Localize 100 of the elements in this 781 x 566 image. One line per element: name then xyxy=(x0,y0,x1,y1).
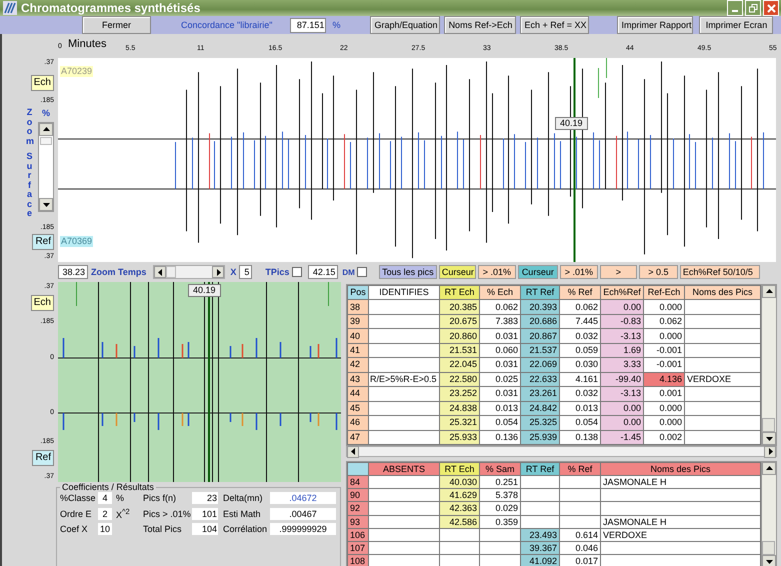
tpics-checkbox[interactable] xyxy=(292,267,302,277)
table-cell: 92 xyxy=(348,502,368,515)
table-cell: 47 xyxy=(348,430,368,444)
vertical-label: Zoom xyxy=(26,108,35,146)
filter-toggle[interactable]: > xyxy=(600,265,637,279)
scrollbar-thumb[interactable] xyxy=(762,418,775,432)
table-cell: 42.586 xyxy=(440,515,480,528)
filter-toggle[interactable]: > .01% xyxy=(560,265,598,279)
table-cell: 7.383 xyxy=(480,314,520,329)
table-cell: 0.614 xyxy=(560,528,600,542)
table-cell: 93 xyxy=(348,515,368,528)
column-header[interactable]: Noms des Pics xyxy=(600,462,760,476)
down-arrow-icon xyxy=(42,201,50,208)
scroll-down-button[interactable] xyxy=(39,198,53,211)
scroll-down-button[interactable] xyxy=(762,555,776,566)
value-field: 101 xyxy=(192,508,218,520)
filter-toggle[interactable]: Ech%Ref 50/10/5 xyxy=(680,265,760,279)
table-cell: 21.531 xyxy=(440,343,480,358)
value-field: 2 xyxy=(98,508,112,520)
table-cell: 7.445 xyxy=(560,314,600,329)
table-cell: 0.00 xyxy=(600,416,644,430)
end-time-field[interactable]: 42.15 xyxy=(308,265,338,279)
minimize-icon xyxy=(732,10,738,12)
scrollbar-thumb[interactable] xyxy=(762,541,775,555)
value-field: 23 xyxy=(192,492,218,504)
horizontal-scrollbar[interactable] xyxy=(346,446,777,457)
right-arrow-icon xyxy=(766,448,774,455)
sample-tag: Ech xyxy=(30,75,54,91)
column-header[interactable]: % Ref xyxy=(560,462,600,476)
scroll-up-button[interactable] xyxy=(762,285,776,298)
toolbar-button[interactable]: Imprimer Ecran xyxy=(699,16,774,34)
minimize-button[interactable] xyxy=(727,0,743,16)
field-label: Ordre E xyxy=(60,508,93,518)
scroll-left-button[interactable] xyxy=(347,446,359,458)
table-cell: VERDOXE xyxy=(600,528,760,542)
column-header[interactable]: RT Ech xyxy=(440,462,480,476)
horizontal-scrollbar[interactable] xyxy=(153,265,226,279)
right-arrow-icon xyxy=(214,268,222,276)
toolbar-button[interactable]: Imprimer Rapport xyxy=(617,16,694,34)
filter-toggle[interactable]: > .01% xyxy=(478,265,516,279)
start-time-field[interactable]: 38.23 xyxy=(58,265,88,279)
table-cell: 0.032 xyxy=(560,386,600,402)
column-header[interactable]: % Ech xyxy=(480,286,520,300)
scrollbar-thumb[interactable] xyxy=(40,137,52,145)
concordance-field[interactable]: 87.151 xyxy=(290,18,326,32)
factor-field[interactable]: 5 xyxy=(239,265,252,279)
filter-toggle[interactable]: Curseur xyxy=(438,265,476,279)
table-cell: VERDOXE xyxy=(684,372,760,387)
vertical-scrollbar[interactable] xyxy=(761,462,776,566)
dm-label: DM xyxy=(342,268,355,276)
scroll-right-button[interactable] xyxy=(212,266,224,278)
scrollbar-thumb[interactable] xyxy=(166,266,176,278)
up-arrow-icon xyxy=(766,288,772,295)
table-cell: 0.138 xyxy=(560,430,600,444)
multiplier-label: X xyxy=(230,267,236,277)
field-label: Pics f(n) xyxy=(142,493,178,503)
scroll-down-button[interactable] xyxy=(762,432,776,445)
close-button[interactable]: Fermer xyxy=(82,16,151,34)
scroll-right-button[interactable] xyxy=(764,446,776,458)
table-cell: -0.001 xyxy=(644,358,684,372)
column-header[interactable]: % Sam xyxy=(480,462,520,476)
column-header[interactable]: % Ref xyxy=(560,286,600,300)
filter-toggle[interactable]: > 0.5 xyxy=(638,265,678,279)
table-cell: 0.059 xyxy=(560,343,600,358)
vertical-scrollbar[interactable] xyxy=(38,122,54,212)
reference-id-label: A70369 xyxy=(60,236,94,247)
table-cell: 40 xyxy=(348,328,368,344)
filter-toggle[interactable]: Tous les pics xyxy=(378,265,437,279)
column-header[interactable]: Noms des Pics xyxy=(684,286,760,300)
filter-toggle[interactable]: Curseur xyxy=(518,265,558,279)
table-cell: 20.385 xyxy=(440,300,480,314)
toolbar-button[interactable]: Ech + Ref = XX xyxy=(520,16,590,34)
column-header[interactable]: Pos xyxy=(348,286,368,300)
toolbar-button[interactable]: Graph/Equation xyxy=(370,16,440,34)
column-header[interactable]: RT Ref xyxy=(520,286,560,300)
dm-checkbox[interactable] xyxy=(356,267,367,277)
column-header[interactable]: RT Ech xyxy=(440,286,480,300)
table-cell: 84 xyxy=(348,476,368,489)
table-cell: 43 xyxy=(348,372,368,387)
column-header[interactable]: Ref-Ech xyxy=(644,286,684,300)
field-label: %Classe xyxy=(60,493,96,503)
toolbar-button[interactable]: Noms Ref->Ech xyxy=(444,16,516,34)
table-cell: 45 xyxy=(348,401,368,416)
column-header[interactable]: IDENTIFIES xyxy=(368,286,440,300)
table-cell: 23.261 xyxy=(520,386,560,402)
table-cell: 90 xyxy=(348,488,368,502)
table-cell: 0.000 xyxy=(644,416,684,430)
close-button[interactable] xyxy=(763,0,779,16)
column-header[interactable]: RT Ref xyxy=(520,462,560,476)
restore-button[interactable] xyxy=(745,0,761,16)
scroll-up-button[interactable] xyxy=(39,123,53,136)
table-cell: 108 xyxy=(348,554,368,566)
column-header[interactable]: ABSENTS xyxy=(368,462,440,476)
vertical-label: Surface xyxy=(26,152,35,218)
scroll-up-button[interactable] xyxy=(762,462,776,475)
scroll-left-button[interactable] xyxy=(154,266,166,278)
table-cell: 0.000 xyxy=(644,300,684,314)
table-cell: 0.013 xyxy=(480,401,520,416)
vertical-scrollbar[interactable] xyxy=(761,285,776,445)
column-header[interactable]: Ech%Ref xyxy=(600,286,644,300)
